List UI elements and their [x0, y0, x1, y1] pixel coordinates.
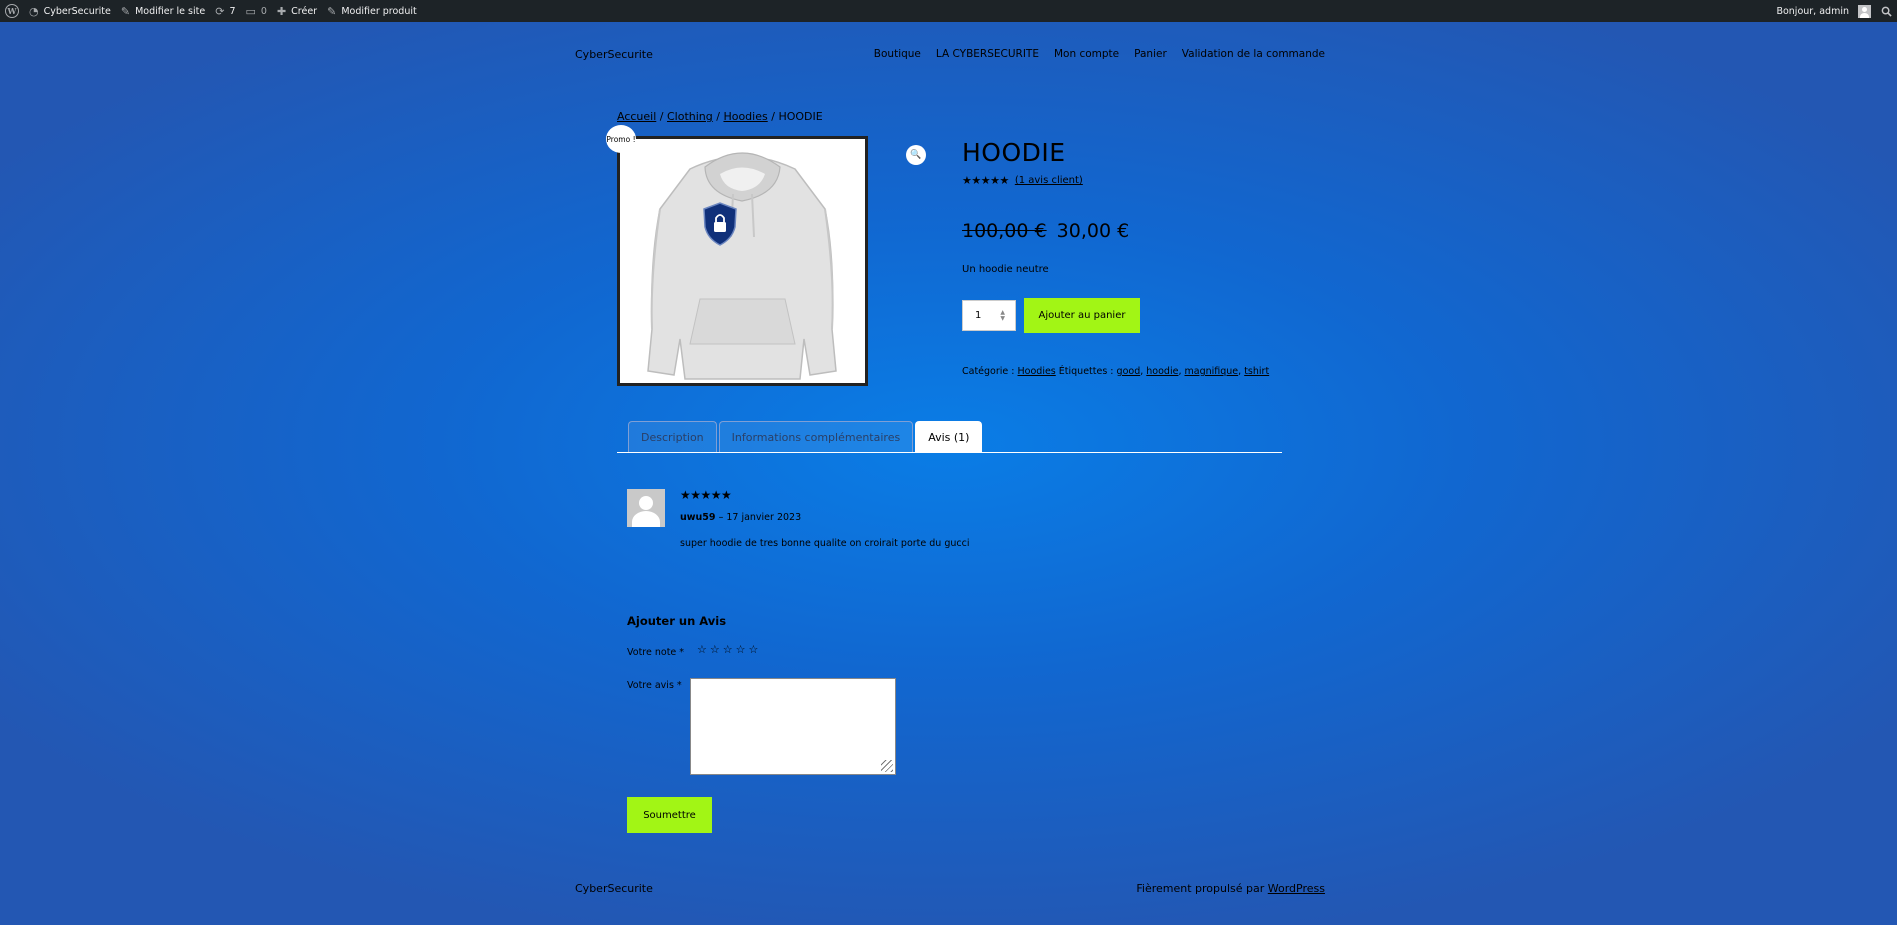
breadcrumb-separator: / [712, 110, 724, 123]
regular-price: 100,00 € [962, 220, 1047, 242]
brush-icon: ✎ [120, 4, 131, 18]
admin-bar: W ◔ CyberSecurite ✎ Modifier le site ⟳ 7… [0, 0, 1897, 22]
dashboard-icon: ◔ [29, 4, 39, 18]
zoom-icon[interactable]: 🔍 [906, 145, 926, 165]
nav-item-validation[interactable]: Validation de la commande [1182, 48, 1325, 60]
rating-selector: ☆ ☆ ☆ ☆ ☆ [697, 643, 758, 656]
comment-textarea[interactable] [690, 678, 896, 775]
star-rating-icon: ★★★★★ [962, 174, 1009, 187]
tag-link[interactable]: hoodie [1146, 366, 1178, 377]
product-tabs: Description Informations complémentaires… [628, 421, 983, 452]
tag-link[interactable]: tshirt [1244, 366, 1269, 377]
nav-item-cybersecurite[interactable]: LA CYBERSECURITE [936, 48, 1039, 60]
tabs-divider [617, 452, 1282, 453]
comment-icon: ▭ [245, 4, 256, 18]
admin-search[interactable] [1876, 0, 1897, 22]
quantity-spinner-icon[interactable]: ▲ ▼ [1000, 310, 1005, 322]
review-date: – 17 janvier 2023 [718, 512, 802, 523]
admin-avatar [1858, 4, 1871, 18]
short-description: Un hoodie neutre [962, 264, 1049, 275]
updates-link[interactable]: ⟳ 7 [210, 0, 240, 22]
breadcrumb-separator: / [767, 110, 779, 123]
breadcrumb-hoodies[interactable]: Hoodies [723, 110, 767, 123]
review-form-title: Ajouter un Avis [627, 614, 727, 628]
pencil-icon: ✎ [327, 4, 337, 18]
resize-handle-icon[interactable] [881, 760, 893, 772]
sale-price: 30,00 € [1056, 220, 1130, 242]
wordpress-menu[interactable]: W [0, 0, 24, 22]
search-icon [1881, 6, 1892, 17]
review-star-rating-icon: ★★★★★ [680, 488, 732, 502]
breadcrumb-accueil[interactable]: Accueil [617, 110, 656, 123]
breadcrumb-current: HOODIE [778, 110, 823, 123]
review-count-link[interactable]: (1 avis client) [1015, 175, 1083, 186]
rating-label: Votre note * [627, 647, 685, 658]
product-image[interactable] [617, 136, 868, 386]
rate-4-star-icon[interactable]: ☆ [736, 643, 746, 656]
tab-reviews[interactable]: Avis (1) [915, 421, 983, 452]
product-meta: Catégorie : Hoodies Étiquettes : good, h… [962, 366, 1270, 377]
new-content-link[interactable]: ✚ Créer [272, 0, 322, 22]
review-meta: uwu59 – 17 janvier 2023 [680, 512, 801, 523]
submit-review-button[interactable]: Soumettre [627, 797, 712, 833]
product-price: 100,00 € 30,00 € [962, 220, 1129, 242]
reviewer-avatar [627, 489, 665, 527]
wordpress-link[interactable]: WordPress [1268, 882, 1325, 895]
comment-label: Votre avis * [627, 680, 682, 691]
rate-2-star-icon[interactable]: ☆ [710, 643, 720, 656]
footer-credit: Fièrement propulsé par WordPress [1136, 882, 1325, 895]
review-text: super hoodie de tres bonne qualite on cr… [680, 538, 970, 549]
rate-1-star-icon[interactable]: ☆ [697, 643, 707, 656]
quantity-input[interactable]: 1 ▲ ▼ [962, 300, 1016, 331]
hoodie-image [620, 139, 865, 383]
tag-link[interactable]: good [1117, 366, 1141, 377]
product-rating: ★★★★★ (1 avis client) [962, 175, 1083, 186]
footer-site-title[interactable]: CyberSecurite [575, 882, 653, 895]
comments-link[interactable]: ▭ 0 [240, 0, 271, 22]
main-navigation: Boutique LA CYBERSECURITE Mon compte Pan… [874, 48, 1325, 60]
rate-5-star-icon[interactable]: ☆ [749, 643, 759, 656]
my-account-menu[interactable]: Bonjour, admin [1771, 0, 1876, 22]
breadcrumb-separator: / [656, 110, 667, 123]
tag-link[interactable]: magnifique [1185, 366, 1239, 377]
customize-link[interactable]: ✎ Modifier le site [116, 0, 210, 22]
add-to-cart-button[interactable]: Ajouter au panier [1024, 298, 1140, 333]
rate-3-star-icon[interactable]: ☆ [723, 643, 733, 656]
review-author: uwu59 [680, 512, 716, 523]
updates-icon: ⟳ [215, 4, 225, 18]
breadcrumb: Accueil / Clothing / Hoodies / HOODIE [617, 110, 823, 123]
tab-additional-information[interactable]: Informations complémentaires [718, 421, 914, 452]
nav-item-panier[interactable]: Panier [1134, 48, 1167, 60]
site-title[interactable]: CyberSecurite [575, 48, 653, 61]
plus-icon: ✚ [276, 4, 287, 18]
nav-item-mon-compte[interactable]: Mon compte [1054, 48, 1119, 60]
product-title: HOODIE [962, 138, 1066, 167]
sale-badge: Promo ! [606, 125, 636, 153]
breadcrumb-clothing[interactable]: Clothing [667, 110, 713, 123]
wordpress-logo-icon: W [5, 4, 19, 18]
nav-item-boutique[interactable]: Boutique [874, 48, 921, 60]
category-link[interactable]: Hoodies [1018, 366, 1056, 377]
edit-product-link[interactable]: ✎ Modifier produit [322, 0, 422, 22]
admin-site-name[interactable]: ◔ CyberSecurite [24, 0, 116, 22]
tab-description[interactable]: Description [628, 421, 717, 452]
